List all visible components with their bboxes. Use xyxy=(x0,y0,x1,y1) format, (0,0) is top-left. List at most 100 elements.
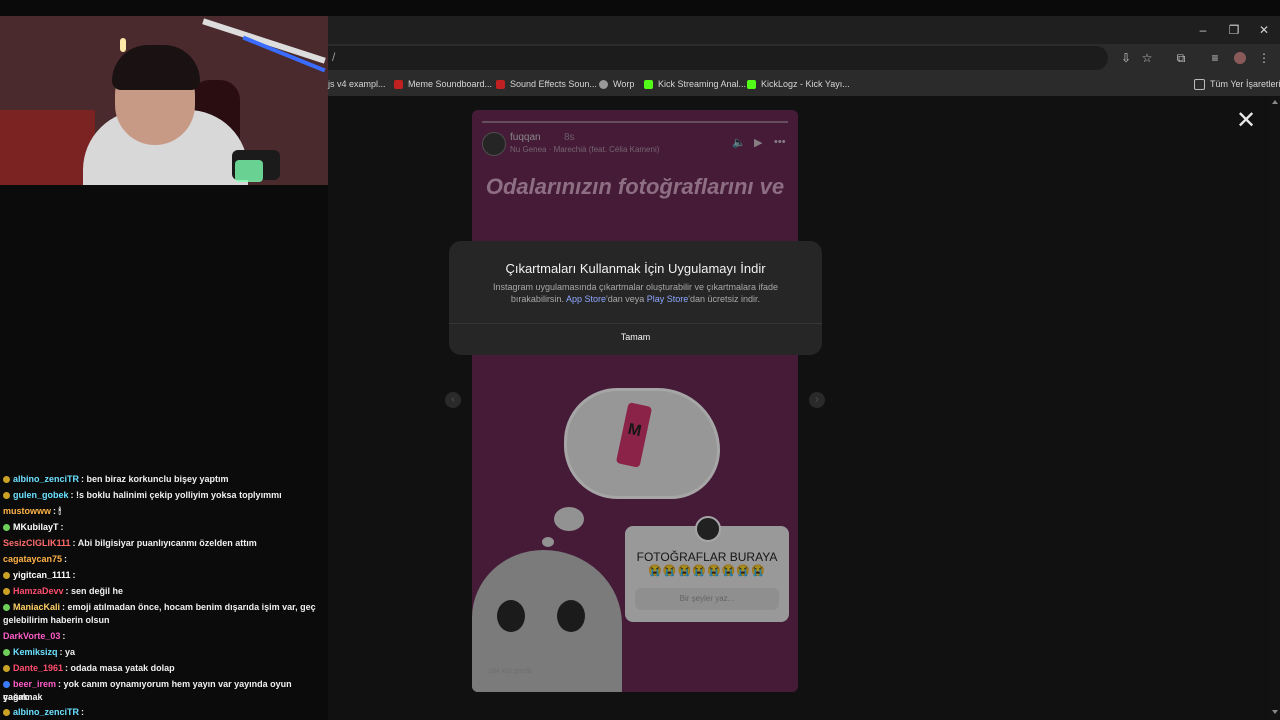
chat-username: ManiacKali xyxy=(13,602,61,612)
chat-text: : Abi bilgisiyar puanlıyıcanmı özelden a… xyxy=(72,538,257,548)
badge-icon xyxy=(3,649,10,657)
chat-message: albino_zenciTR: xyxy=(3,706,325,719)
chat-text: : xyxy=(60,522,64,532)
play-store-link[interactable]: Play Store xyxy=(647,294,689,304)
badge-icon xyxy=(3,476,10,484)
chat-message: mustowww: 🕯 xyxy=(3,505,325,518)
folder-icon xyxy=(1194,78,1205,90)
app-store-link[interactable]: App Store xyxy=(566,294,606,304)
next-story-button[interactable]: › xyxy=(809,392,825,408)
bookmark-label: KickLogz - Kick Yayı... xyxy=(761,79,850,89)
badge-icon xyxy=(3,524,10,532)
chat-message: DarkVorte_03: xyxy=(3,630,325,643)
badge-icon xyxy=(3,492,10,500)
bookmark-label: Sound Effects Soun... xyxy=(510,79,597,89)
chat-username: gulen_gobek xyxy=(13,490,69,500)
chat-text: : odada masa yatak dolap xyxy=(65,663,175,673)
bookmark-item[interactable]: js v4 exampl... xyxy=(328,77,386,91)
close-story-button[interactable]: ✕ xyxy=(1234,109,1258,134)
media-icon[interactable]: ≡ xyxy=(1205,48,1225,68)
bookmark-label: Meme Soundboard... xyxy=(408,79,493,89)
chat-text: : emoji atılmadan önce, hocam benim dışa… xyxy=(62,602,316,612)
chat-username: cagataycan75 xyxy=(3,554,63,564)
bookmark-favicon xyxy=(496,79,505,89)
badge-icon xyxy=(3,681,10,689)
bookmark-favicon xyxy=(747,79,756,89)
bookmark-label: js v4 exampl... xyxy=(328,79,386,89)
bookmarks-bar: js v4 exampl... Meme Soundboard... Sound… xyxy=(328,72,1280,97)
bookmark-favicon xyxy=(599,79,608,89)
profile-icon[interactable] xyxy=(1230,48,1250,68)
bookmark-label: Worp xyxy=(613,79,635,89)
chat-text: : 🕯 xyxy=(53,506,62,516)
chat-message: Kemiksizq: ya xyxy=(3,646,325,659)
chat-text: : xyxy=(64,554,68,564)
chat-username: Dante_1961 xyxy=(13,663,64,673)
modal-divider xyxy=(449,323,822,324)
chat-text: yasak xyxy=(3,692,29,702)
scroll-up-icon[interactable] xyxy=(1272,100,1278,104)
chat-username: DarkVorte_03 xyxy=(3,631,61,641)
browser-titlebar: – ❐ ✕ xyxy=(328,16,1280,44)
chat-message-continued: gelebilirim haberin olsun xyxy=(3,614,325,627)
chat-text: : ben biraz korkunclu bişey yaptım xyxy=(81,474,229,484)
bookmark-favicon xyxy=(644,79,653,89)
previous-story-button[interactable]: ‹ xyxy=(445,392,461,408)
modal-description: Instagram uygulamasında çıkartmalar oluş… xyxy=(479,281,792,305)
star-icon[interactable]: ☆ xyxy=(1137,48,1157,68)
bookmark-item[interactable]: Sound Effects Soun... xyxy=(496,77,597,91)
webcam-lamp xyxy=(120,38,126,52)
badge-icon xyxy=(3,709,10,717)
chat-text: : xyxy=(72,570,76,580)
all-bookmarks-button[interactable]: Tüm Yer İşaretleri xyxy=(1194,77,1280,91)
chat-message: albino_zenciTR: ben biraz korkunclu bişe… xyxy=(3,473,325,486)
badge-icon xyxy=(3,572,10,580)
address-bar-text: / xyxy=(332,50,336,64)
chat-text: : sen değil he xyxy=(65,586,124,596)
download-app-modal: Çıkartmaları Kullanmak İçin Uygulamayı İ… xyxy=(449,241,822,355)
chat-username: HamzaDevv xyxy=(13,586,64,596)
extensions-icon[interactable]: ⧉ xyxy=(1171,48,1191,68)
close-window-button[interactable]: ✕ xyxy=(1249,16,1279,44)
chat-username: MKubilayT xyxy=(13,522,59,532)
maximize-button[interactable]: ❐ xyxy=(1219,16,1249,44)
scrollbar[interactable] xyxy=(1270,96,1280,720)
chat-username: SesizCIGLIK111 xyxy=(3,538,71,548)
chat-username: mustowww xyxy=(3,506,52,516)
bookmark-item[interactable]: KickLogz - Kick Yayı... xyxy=(747,77,850,91)
chat-message-continued: yasak xyxy=(3,691,325,704)
chat-username: albino_zenciTR xyxy=(13,474,80,484)
install-icon[interactable]: ⇩ xyxy=(1116,48,1136,68)
chat-username: beer_irem xyxy=(13,679,57,689)
chat-message: Dante_1961: odada masa yatak dolap xyxy=(3,662,325,675)
modal-desc-text: 'dan ücretsiz indir. xyxy=(688,294,761,304)
chat-username: Kemiksizq xyxy=(13,647,58,657)
chat-message: ManiacKali: emoji atılmadan önce, hocam … xyxy=(3,601,325,614)
bookmark-favicon xyxy=(394,79,403,89)
chat-text: : !s boklu halinimi çekip yolliyim yoksa… xyxy=(70,490,282,500)
chat-message: SesizCIGLIK111: Abi bilgisiyar puanlıyıc… xyxy=(3,537,325,550)
scroll-down-icon[interactable] xyxy=(1272,710,1278,714)
page-content xyxy=(328,96,1270,720)
badge-icon xyxy=(3,604,10,612)
chat-text: gelebilirim haberin olsun xyxy=(3,615,110,625)
story-dim-overlay xyxy=(472,110,798,692)
bookmark-item[interactable]: Worp xyxy=(599,77,634,91)
webcam-mic-light xyxy=(235,160,263,182)
modal-title: Çıkartmaları Kullanmak İçin Uygulamayı İ… xyxy=(505,261,766,276)
bookmark-item[interactable]: Kick Streaming Anal... xyxy=(644,77,746,91)
bookmark-item[interactable]: Meme Soundboard... xyxy=(394,77,492,91)
chat-message: HamzaDevv: sen değil he xyxy=(3,585,325,598)
chat-message: cagataycan75: xyxy=(3,553,325,566)
all-bookmarks-label: Tüm Yer İşaretleri xyxy=(1210,79,1280,89)
chat-text: : xyxy=(62,631,66,641)
minimize-button[interactable]: – xyxy=(1188,16,1218,44)
chat-username: albino_zenciTR xyxy=(13,707,80,717)
chat-message: yigitcan_1111: xyxy=(3,569,325,582)
menu-icon[interactable]: ⋮ xyxy=(1254,48,1274,68)
browser-toolbar: / ⇩ ☆ ⧉ ≡ ⋮ xyxy=(328,44,1280,72)
ok-button[interactable]: Tamam xyxy=(449,332,822,342)
badge-icon xyxy=(3,588,10,596)
address-bar[interactable]: / xyxy=(328,46,1108,70)
story-viewer: fuqqan 8s Nu Genea · Marechià (feat. Cél… xyxy=(472,110,798,692)
